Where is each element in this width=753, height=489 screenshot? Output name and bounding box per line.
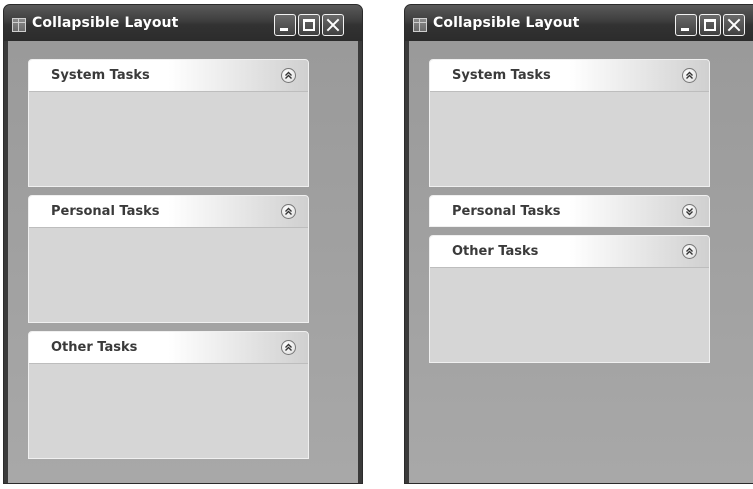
window-title: Collapsible Layout	[433, 15, 580, 31]
client-area: System Tasks Personal Tasks Other Tasks	[8, 41, 358, 483]
collapse-chevrons-up-icon[interactable]	[281, 340, 296, 355]
panel-system-tasks: System Tasks	[28, 59, 309, 187]
panel-header[interactable]: Other Tasks	[29, 332, 308, 364]
collapse-chevrons-up-icon[interactable]	[281, 68, 296, 83]
close-icon	[724, 15, 744, 35]
collapse-chevrons-up-icon[interactable]	[281, 204, 296, 219]
app-icon[interactable]	[12, 18, 26, 32]
minimize-icon	[280, 28, 288, 31]
panel-title: System Tasks	[452, 68, 551, 83]
panel-personal-tasks-collapsed: Personal Tasks	[429, 195, 710, 227]
panel-title: System Tasks	[51, 68, 150, 83]
panel-title: Other Tasks	[452, 244, 539, 259]
close-icon	[323, 15, 343, 35]
panel-other-tasks: Other Tasks	[28, 331, 309, 459]
panel-header[interactable]: System Tasks	[29, 60, 308, 92]
panel-header[interactable]: Other Tasks	[430, 236, 709, 268]
panel-header[interactable]: System Tasks	[430, 60, 709, 92]
panel-system-tasks: System Tasks	[429, 59, 710, 187]
close-button[interactable]	[723, 14, 745, 36]
panel-header[interactable]: Personal Tasks	[430, 196, 709, 226]
minimize-icon	[681, 28, 689, 31]
panel-header[interactable]: Personal Tasks	[29, 196, 308, 228]
panel-title: Personal Tasks	[452, 204, 561, 219]
expand-chevrons-down-icon[interactable]	[682, 204, 697, 219]
window-title: Collapsible Layout	[32, 15, 179, 31]
collapse-chevrons-up-icon[interactable]	[682, 244, 697, 259]
maximize-button[interactable]	[298, 14, 320, 36]
close-button[interactable]	[322, 14, 344, 36]
app-icon[interactable]	[413, 18, 427, 32]
collapse-chevrons-up-icon[interactable]	[682, 68, 697, 83]
maximize-icon	[303, 19, 315, 31]
title-bar[interactable]: Collapsible Layout	[4, 5, 362, 41]
maximize-button[interactable]	[699, 14, 721, 36]
window-left: Collapsible Layout System Tasks Personal…	[3, 4, 363, 484]
panel-other-tasks: Other Tasks	[429, 235, 710, 363]
panel-personal-tasks: Personal Tasks	[28, 195, 309, 323]
minimize-button[interactable]	[675, 14, 697, 36]
client-area: System Tasks Personal Tasks Other Tasks	[409, 41, 753, 483]
window-right: Collapsible Layout System Tasks Personal…	[404, 4, 753, 484]
panel-title: Personal Tasks	[51, 204, 160, 219]
maximize-icon	[704, 19, 716, 31]
title-bar[interactable]: Collapsible Layout	[405, 5, 753, 41]
minimize-button[interactable]	[274, 14, 296, 36]
panel-title: Other Tasks	[51, 340, 138, 355]
